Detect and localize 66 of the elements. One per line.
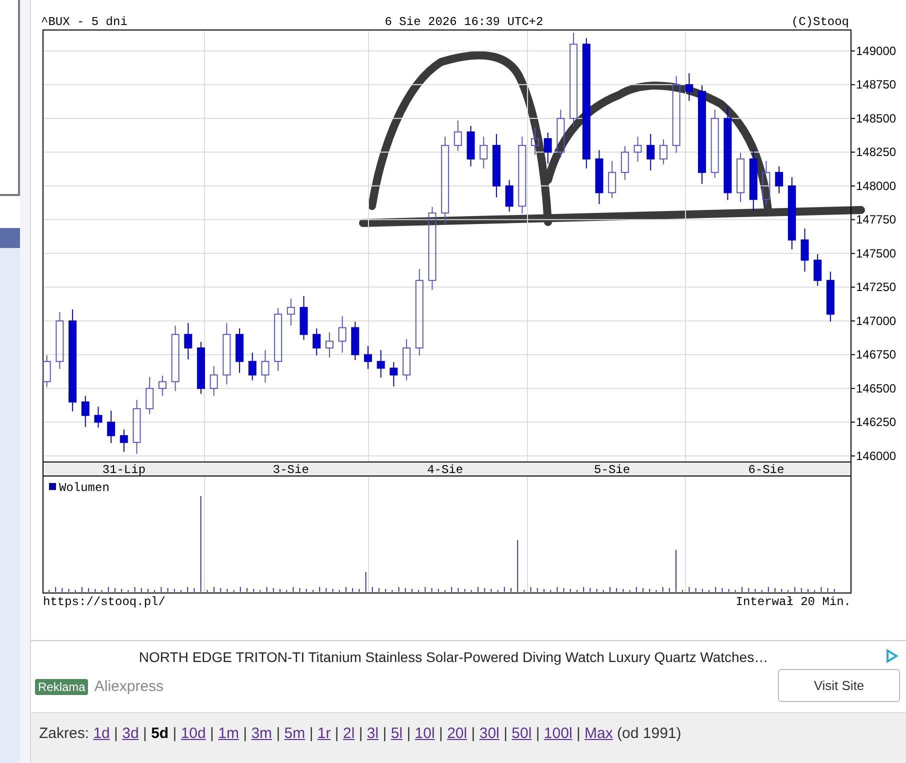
volume-legend: Wolumen <box>59 481 110 495</box>
separator: | <box>406 725 411 742</box>
separator: | <box>243 725 248 742</box>
y-axis-label: 147750 <box>856 212 896 227</box>
range-link[interactable]: 100l <box>544 725 572 742</box>
chart-timestamp: 6 Sie 2026 16:39 UTC+2 <box>384 15 544 29</box>
separator: | <box>504 725 508 742</box>
separator: | <box>142 725 147 742</box>
range-link[interactable]: 1d <box>93 725 110 742</box>
x-axis-label: 3-Sie <box>272 463 309 477</box>
y-axis-label: 146000 <box>856 448 896 463</box>
range-link[interactable]: 3d <box>122 725 139 742</box>
x-axis-label: 4-Sie <box>427 463 464 477</box>
range-since-text: (od 1991) <box>616 725 682 742</box>
range-link[interactable]: 2l <box>342 725 355 742</box>
advertiser-name: Aliexpress <box>94 677 164 697</box>
range-link[interactable]: 1m <box>218 725 239 742</box>
x-axis-label: 31-Lip <box>102 463 146 477</box>
ad-headline[interactable]: NORTH EDGE TRITON-TI Titanium Stainless Solar-Powered Diving Watch Luxury Quartz Watches… <box>31 647 876 668</box>
separator: | <box>309 725 314 742</box>
y-axis-label: 146250 <box>856 415 896 430</box>
separator: | <box>172 725 177 742</box>
separator: | <box>576 725 580 742</box>
y-axis-label: 147500 <box>856 246 896 260</box>
range-link[interactable]: 3l <box>366 725 379 742</box>
range-link[interactable]: 20l <box>447 725 468 742</box>
range-link[interactable]: 5d <box>151 725 169 742</box>
range-link[interactable]: 50l <box>512 725 532 742</box>
separator: | <box>382 725 387 742</box>
range-link[interactable]: 5l <box>390 725 403 742</box>
separator: | <box>471 725 476 742</box>
source-url: https://stooq.pl/ <box>43 595 166 609</box>
x-axis-label: 5-Sie <box>594 463 630 477</box>
sidebar-header-bar <box>0 228 20 248</box>
separator: | <box>536 725 540 742</box>
ad-choices-icon[interactable] <box>886 649 898 663</box>
visit-site-button[interactable]: Visit Site <box>778 669 900 702</box>
separator: | <box>114 725 118 742</box>
range-link[interactable]: 5m <box>284 725 306 742</box>
range-link[interactable]: 10l <box>414 725 435 742</box>
separator: | <box>210 725 214 742</box>
interval-label: Interwał 20 Min. <box>736 595 851 609</box>
legend-swatch <box>49 483 56 490</box>
y-axis-label: 146750 <box>856 348 896 362</box>
separator: | <box>276 725 280 742</box>
y-axis-label: 148750 <box>856 78 896 92</box>
range-link[interactable]: 30l <box>479 725 500 742</box>
y-axis-label: 149000 <box>856 44 896 58</box>
y-axis-label: 146500 <box>856 381 896 396</box>
ad-label: Reklama <box>35 679 88 696</box>
y-axis-label: 148250 <box>856 145 896 160</box>
y-axis-label: 147000 <box>856 314 896 328</box>
copyright-text: (C)Stooq <box>791 15 849 29</box>
separator: | <box>439 725 443 742</box>
y-axis-label: 147250 <box>856 280 896 294</box>
range-label: Zakres: <box>39 725 90 742</box>
range-link[interactable]: 1r <box>317 725 331 742</box>
x-axis-label: 6-Sie <box>748 463 784 477</box>
y-axis-label: 148000 <box>856 178 896 193</box>
separator: | <box>334 725 339 742</box>
chart-title: ^BUX - 5 dni <box>41 15 128 29</box>
separator: | <box>358 725 363 742</box>
range-link[interactable]: 3m <box>251 725 272 742</box>
y-axis-label: 148500 <box>856 111 896 126</box>
range-link[interactable]: Max <box>584 725 613 742</box>
range-link[interactable]: 10d <box>180 725 206 742</box>
